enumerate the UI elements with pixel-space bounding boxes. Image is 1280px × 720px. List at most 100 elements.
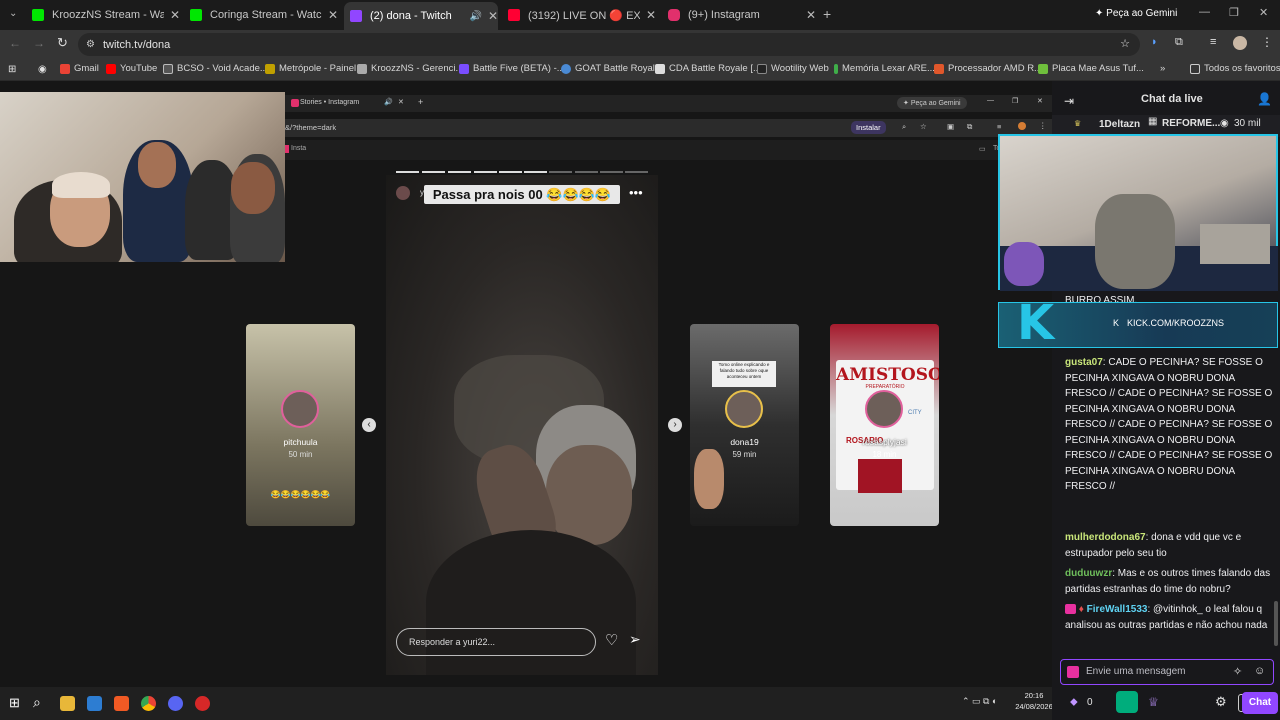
window-close-icon[interactable]: ✕ [1259,6,1268,19]
send-icon[interactable]: ➢ [629,631,641,648]
thumbs-up-hand [694,449,724,509]
brave-icon[interactable] [114,696,129,711]
site-icon [757,63,767,74]
settings-icon[interactable]: ⚙ [1215,694,1227,710]
star-icon: ☆ [920,122,927,131]
close-icon[interactable]: ✕ [170,8,180,22]
chrome-icon[interactable]: ◉ [38,64,47,75]
chat-header: Chat da live [1141,93,1203,105]
speaker-icon: 🔊 [384,99,393,106]
close-icon[interactable]: ✕ [646,8,656,22]
tab-coringa[interactable]: Coringa Stream - Watch Live on✕ [184,4,338,26]
inner-bookmarks-bar: Insta ▭ To [285,140,1052,160]
story-avatar [865,390,903,428]
speaker-icon[interactable]: 🔊 [469,11,481,22]
star-icon[interactable]: ☆ [1120,37,1130,50]
bookmark-goat[interactable]: GOAT Battle Royale [561,63,660,74]
emoji-icon[interactable]: ☺ [1254,665,1265,677]
bookmarks-overflow-icon[interactable]: » [1160,63,1165,74]
progress-segment [422,171,445,173]
drops-icon[interactable]: ♕ [1148,695,1159,709]
search-icon[interactable]: ⌕ [33,694,41,711]
chat-send-button[interactable]: Chat [1242,692,1278,714]
menu-icon[interactable]: ⋮ [1261,35,1273,49]
reading-list-icon[interactable]: ≡ [1210,36,1216,48]
close-icon: ✕ [398,99,404,106]
close-icon[interactable]: ✕ [328,8,338,22]
story-card-amistoso[interactable]: AMISTOSO PREPARATÓRIO CITY ROSARIO rosas… [830,324,939,526]
maximize-icon[interactable]: ❐ [1229,6,1239,19]
twitch-icon [350,10,362,22]
site-icon [1038,63,1048,74]
back-icon[interactable]: ← [9,36,21,50]
chrome-icon[interactable] [141,696,156,711]
tray-icons[interactable]: ⌃ ▭ ⧉ ◐ [962,696,997,707]
apps-icon[interactable]: ⊞ [8,64,16,75]
bookmark-lexar[interactable]: Memória Lexar ARE... [834,63,935,74]
new-tab-icon[interactable]: + [823,6,831,22]
forward-icon[interactable]: → [33,36,45,50]
next-story-icon[interactable]: › [668,418,682,432]
minimize-icon[interactable]: — [1199,6,1210,18]
bookmark-amd[interactable]: Processador AMD R... [934,63,1042,74]
reply-input[interactable]: Responder a yuri22... [396,628,596,656]
close-icon[interactable]: ✕ [488,9,498,23]
stream-video[interactable]: Stories • Instagram 🔊 ✕ + ✦ Peça ao Gemi… [0,81,1052,687]
bookmark-asus[interactable]: Placa Mae Asus Tuf... [1038,63,1144,74]
bookmark-gmail[interactable]: Gmail [60,63,99,74]
page-icon [357,63,367,74]
tab-youtube-live[interactable]: (3192) LIVE ON 🔴 EXPONDO✕ [502,4,656,26]
progress-segment [448,171,471,173]
site-icon [834,63,838,74]
webcam-overlay [0,92,285,262]
site-info-icon[interactable]: ⚙ [86,39,95,50]
tab-twitch-dona[interactable]: (2) dona - Twitch 🔊 ✕ [344,2,498,30]
tab-search-icon[interactable]: ⌄ [9,8,17,19]
bookmark-kroozzns[interactable]: KroozzNS - Gerenci... [357,63,463,74]
discord-icon[interactable] [168,696,183,711]
story-card-pitchuula[interactable]: pitchuula 50 min 😂😂😂😂😂😂 [246,324,355,526]
bookmark-metropole[interactable]: Metrópole - Painel [265,63,356,74]
kick-icon [32,9,44,21]
prev-story-icon[interactable]: ‹ [362,418,376,432]
youtube-icon [508,9,520,21]
gemini-button[interactable]: ✦ Peça ao Gemini [1095,8,1177,19]
collapse-chat-icon[interactable]: ⇥ [1064,94,1074,108]
app-icon[interactable] [195,696,210,711]
story-card-dona19[interactable]: Tomo online explicando e falando tudo so… [690,324,799,526]
taskbar: ⊞ ⌕ ⌃ ▭ ⧉ ◐ 20:16 24/08/2026 ⬥ 0 ♕ ⚙ ◫ C… [0,687,1280,720]
extensions-icon[interactable]: ⧉ [1175,36,1183,49]
heart-icon[interactable]: ♡ [605,631,618,649]
gemini-label: ✦ Peça ao Gemini [897,97,967,109]
tab-kroozzns[interactable]: KroozzNS Stream - Watch Live o✕ [26,4,180,26]
all-favorites[interactable]: Todos os favoritos [1190,63,1280,74]
tab-instagram[interactable]: (9+) Instagram ✕ [662,4,816,26]
profile-avatar[interactable] [1233,36,1247,50]
reload-icon[interactable]: ↻ [57,35,68,51]
sub-badge-icon [1065,604,1076,615]
address-bar[interactable]: ⚙ twitch.tv/dona ☆ [78,33,1140,56]
chat-input[interactable]: Envie uma mensagem ✧ ☺ [1060,659,1274,685]
gemini-extension-icon[interactable]: ◗ [1151,36,1158,48]
story-avatar [396,186,410,200]
channel-points-icon[interactable]: ⬥ [1070,696,1078,709]
bookmark-bcso[interactable]: BCSO - Void Acade... [163,63,268,74]
chat-message: mulherdodona67: dona e vdd que vc e estr… [1065,532,1242,559]
zoom-icon: ⌕ [902,122,907,131]
windows-start-icon[interactable]: ⊞ [9,695,20,711]
bookmark-youtube[interactable]: YouTube [106,63,157,74]
bookmark-cda[interactable]: CDA Battle Royale [... [655,63,761,74]
bookmark-wootility[interactable]: Wootility Web [757,63,829,74]
gift-icon[interactable]: ✧ [1233,665,1242,678]
app-icon[interactable] [87,696,102,711]
close-icon[interactable]: ✕ [806,8,816,22]
more-icon[interactable]: ••• [629,185,643,200]
chat-scrollbar[interactable] [1274,601,1278,646]
bookmark-battle-five[interactable]: Battle Five (BETA) -... [459,63,565,74]
file-explorer-icon[interactable] [60,696,75,711]
prediction-icon[interactable] [1116,691,1138,713]
users-icon[interactable]: 👤 [1257,92,1272,106]
youtube-icon [106,63,116,74]
story-viewer[interactable]: yuri22 Passa pra nois 00 😂😂😂😂 ••• Respon… [386,175,658,675]
badge-icon: ♛ [1074,119,1082,128]
